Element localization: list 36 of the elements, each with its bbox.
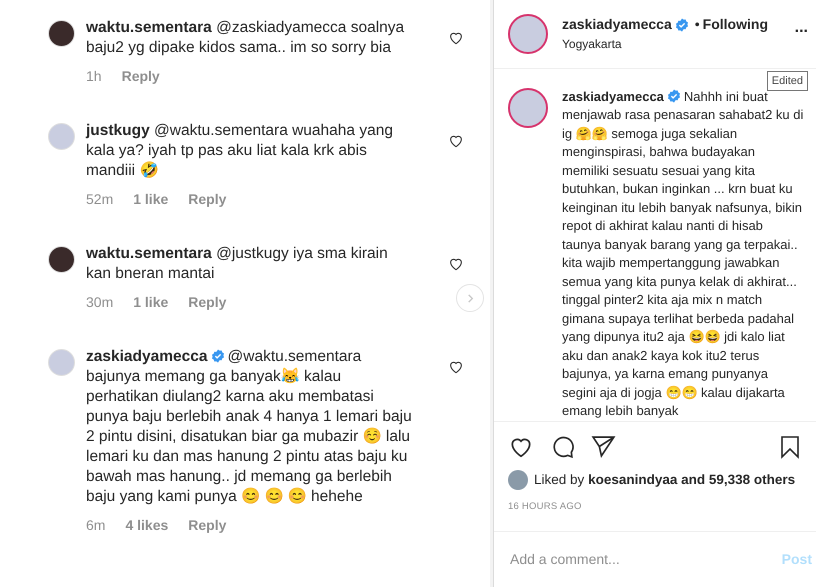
send-icon[interactable] [591, 434, 616, 460]
location-link[interactable]: Yogyakarta [562, 35, 795, 54]
comment-time: 52m [86, 190, 114, 209]
edited-tooltip: Edited [766, 70, 808, 92]
liker-avatar[interactable] [508, 470, 528, 490]
comment-text: waktu.sementara @zaskiadyamecca soalnya baju2 yg dipake kidos sama.. im so sorry bia [86, 18, 406, 58]
likes-summary: Liked by koesanindyaa and 59,338 others [534, 470, 796, 489]
comment-text: justkugy @waktu.sementara wuahaha yang kala ya? iyah tp pas aku liat kala krk abis mandiii 🤣 [86, 121, 394, 181]
avatar[interactable] [48, 246, 75, 273]
separator-dot: • [694, 15, 700, 34]
post-time: 16 HOURS AGO [507, 500, 583, 514]
comment-time: 6m [86, 516, 106, 535]
profile-avatar[interactable] [508, 14, 548, 54]
heart-icon[interactable] [448, 256, 464, 272]
reply-button[interactable]: Reply [122, 66, 160, 87]
comment-text: waktu.sementara @justkugy iya sma kirain kan bneran mantai [86, 244, 389, 284]
comment-time: 30m [86, 293, 114, 312]
reply-button[interactable]: Reply [188, 189, 226, 210]
comment-time: 1h [86, 67, 102, 86]
reply-button[interactable]: Reply [188, 292, 226, 313]
username-link[interactable]: zaskiadyamecca [562, 14, 672, 36]
heart-icon[interactable] [448, 30, 464, 46]
bookmark-icon[interactable] [778, 434, 802, 460]
more-options-button[interactable]: ... [794, 16, 808, 40]
heart-icon[interactable] [448, 359, 464, 375]
like-count[interactable]: 1 like [133, 189, 168, 210]
like-count[interactable]: 4 likes [125, 515, 168, 536]
reply-button[interactable]: Reply [188, 515, 226, 536]
profile-avatar[interactable] [508, 88, 548, 128]
heart-icon[interactable] [448, 133, 464, 149]
comment-input-field[interactable]: Add a comment... [510, 549, 782, 570]
like-count[interactable]: 1 like [133, 292, 168, 313]
comment-text: zaskiadyamecca @waktu.sementara bajunya memang ga banyak😹 kalau perhatikan diulang2 karna aku membatasi punya baju berlebih anak 4 hanya 1 lemari baju 2 pintu disini, disatukan biar ga mubazir ☺ lalu lemari ku dan mas hanung 2 pintu atas baju ku bawah mas hanung.. jd memang ga berlebih baju yang kami punya 😊 😊 😊 hehehe [86, 347, 413, 507]
avatar[interactable] [48, 20, 75, 47]
following-button[interactable]: Following [702, 14, 768, 36]
chevron-right-icon [466, 294, 474, 302]
